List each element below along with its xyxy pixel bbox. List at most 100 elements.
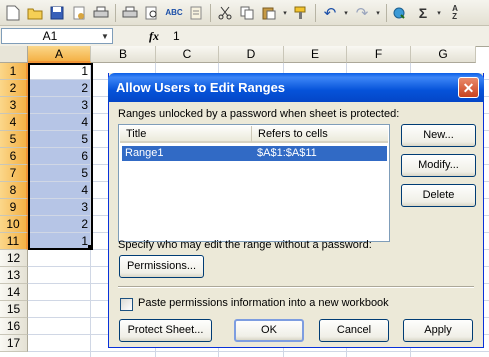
redo-dropdown-icon[interactable]: ▾	[375, 4, 381, 22]
modify-button[interactable]: Modify...	[401, 154, 476, 177]
new-icon[interactable]	[4, 4, 22, 22]
toolbar-separator	[386, 3, 387, 22]
standard-toolbar: ABC ▾ ↶ ▾ ↷ ▾ Σ ▾ AZ	[0, 0, 489, 26]
cell-a5[interactable]: 5	[28, 131, 91, 148]
protect-sheet-button[interactable]: Protect Sheet...	[119, 319, 212, 342]
select-all-corner[interactable]	[0, 46, 28, 63]
permissions-button[interactable]: Permissions...	[119, 255, 204, 278]
ranges-list[interactable]: Title Refers to cells Range1 $A$1:$A$11	[118, 124, 390, 242]
cell-a7[interactable]: 5	[28, 165, 91, 182]
cell-a13[interactable]	[28, 267, 91, 284]
sort-ascending-icon[interactable]: AZ	[446, 4, 464, 22]
row-header-14[interactable]: 14	[0, 284, 28, 301]
row-header-11[interactable]: 11	[0, 233, 28, 250]
paste-permissions-checkbox[interactable]	[120, 298, 133, 311]
column-header-e[interactable]: E	[284, 46, 347, 63]
range-refers: $A$1:$A$11	[257, 147, 317, 159]
list-item[interactable]: Range1 $A$1:$A$11	[122, 146, 387, 161]
row-header-2[interactable]: 2	[0, 80, 28, 97]
row-header-4[interactable]: 4	[0, 114, 28, 131]
column-header-b[interactable]: B	[91, 46, 156, 63]
column-header-f[interactable]: F	[347, 46, 411, 63]
gridline	[28, 351, 489, 352]
name-box-value: A1	[42, 29, 58, 43]
row-header-6[interactable]: 6	[0, 148, 28, 165]
spelling-text: ABC	[165, 8, 183, 17]
cell-a11[interactable]: 1	[28, 233, 91, 250]
cell-a15[interactable]	[28, 301, 91, 318]
hyperlink-icon[interactable]	[392, 4, 410, 22]
dialog-title: Allow Users to Edit Ranges	[116, 80, 286, 95]
cell-a10[interactable]: 2	[28, 216, 91, 233]
undo-dropdown-icon[interactable]: ▾	[343, 4, 349, 22]
paste-icon[interactable]	[260, 4, 278, 22]
redo-icon[interactable]: ↷	[353, 4, 371, 22]
row-header-13[interactable]: 13	[0, 267, 28, 284]
cell-a2[interactable]: 2	[28, 80, 91, 97]
column-header-g[interactable]: G	[411, 46, 476, 63]
row-header-12[interactable]: 12	[0, 250, 28, 267]
print-icon[interactable]	[92, 4, 110, 22]
allow-users-edit-ranges-dialog: Allow Users to Edit Ranges ✕ Ranges unlo…	[108, 73, 484, 348]
close-icon[interactable]: ✕	[458, 77, 479, 98]
cell-a9[interactable]: 3	[28, 199, 91, 216]
row-header-8[interactable]: 8	[0, 182, 28, 199]
undo-icon[interactable]: ↶	[321, 4, 339, 22]
cell-a6[interactable]: 6	[28, 148, 91, 165]
cell-a12[interactable]	[28, 250, 91, 267]
apply-button[interactable]: Apply	[403, 319, 473, 342]
autosum-dropdown-icon[interactable]: ▾	[436, 4, 442, 22]
row-header-10[interactable]: 10	[0, 216, 28, 233]
list-header-title[interactable]: Title	[120, 126, 252, 143]
cell-a17[interactable]	[28, 335, 91, 352]
cell-a8[interactable]: 4	[28, 182, 91, 199]
row-header-16[interactable]: 16	[0, 318, 28, 335]
row-header-5[interactable]: 5	[0, 131, 28, 148]
permission-icon[interactable]	[70, 4, 88, 22]
name-box[interactable]: A1 ▼	[1, 28, 113, 44]
row-header-3[interactable]: 3	[0, 97, 28, 114]
toolbar-separator	[315, 3, 316, 22]
row-header-7[interactable]: 7	[0, 165, 28, 182]
research-icon[interactable]	[143, 4, 161, 22]
row-header-17[interactable]: 17	[0, 335, 28, 352]
column-header-d[interactable]: D	[219, 46, 284, 63]
list-header-refers[interactable]: Refers to cells	[252, 126, 388, 143]
cell-a3[interactable]: 3	[28, 97, 91, 114]
spelling-icon[interactable]: ABC	[165, 4, 183, 22]
range-title: Range1	[125, 147, 164, 159]
ranges-label: Ranges unlocked by a password when sheet…	[118, 108, 400, 120]
cut-icon[interactable]	[216, 4, 234, 22]
paste-dropdown-icon[interactable]: ▾	[282, 4, 288, 22]
toolbar-separator	[115, 3, 116, 22]
cancel-button[interactable]: Cancel	[319, 319, 389, 342]
row-header-9[interactable]: 9	[0, 199, 28, 216]
formula-input[interactable]: 1	[173, 29, 180, 43]
fill-handle[interactable]	[88, 245, 93, 250]
save-icon[interactable]	[48, 4, 66, 22]
cell-a1[interactable]: 1	[28, 63, 91, 80]
print-preview-icon[interactable]	[121, 4, 139, 22]
paste-permissions-label[interactable]: Paste permissions information into a new…	[138, 297, 389, 309]
insert-function-button[interactable]: fx	[149, 29, 173, 44]
cell-a4[interactable]: 4	[28, 114, 91, 131]
column-header-c[interactable]: C	[156, 46, 219, 63]
ok-button[interactable]: OK	[234, 319, 304, 342]
autosum-icon[interactable]: Σ	[414, 4, 432, 22]
row-header-1[interactable]: 1	[0, 63, 28, 80]
delete-button[interactable]: Delete	[401, 184, 476, 207]
thesaurus-icon[interactable]	[187, 4, 205, 22]
dialog-title-bar[interactable]: Allow Users to Edit Ranges ✕	[108, 73, 484, 102]
formula-bar: A1 ▼ fx 1	[0, 26, 489, 47]
name-box-dropdown-icon[interactable]: ▼	[98, 32, 112, 41]
cell-a14[interactable]	[28, 284, 91, 301]
open-icon[interactable]	[26, 4, 44, 22]
toolbar-separator	[210, 3, 211, 22]
copy-icon[interactable]	[238, 4, 256, 22]
format-painter-icon[interactable]	[292, 4, 310, 22]
cell-a16[interactable]	[28, 318, 91, 335]
column-header-a[interactable]: A	[28, 46, 91, 63]
specify-label: Specify who may edit the range without a…	[118, 239, 372, 251]
new-button[interactable]: New...	[401, 124, 476, 147]
row-header-15[interactable]: 15	[0, 301, 28, 318]
